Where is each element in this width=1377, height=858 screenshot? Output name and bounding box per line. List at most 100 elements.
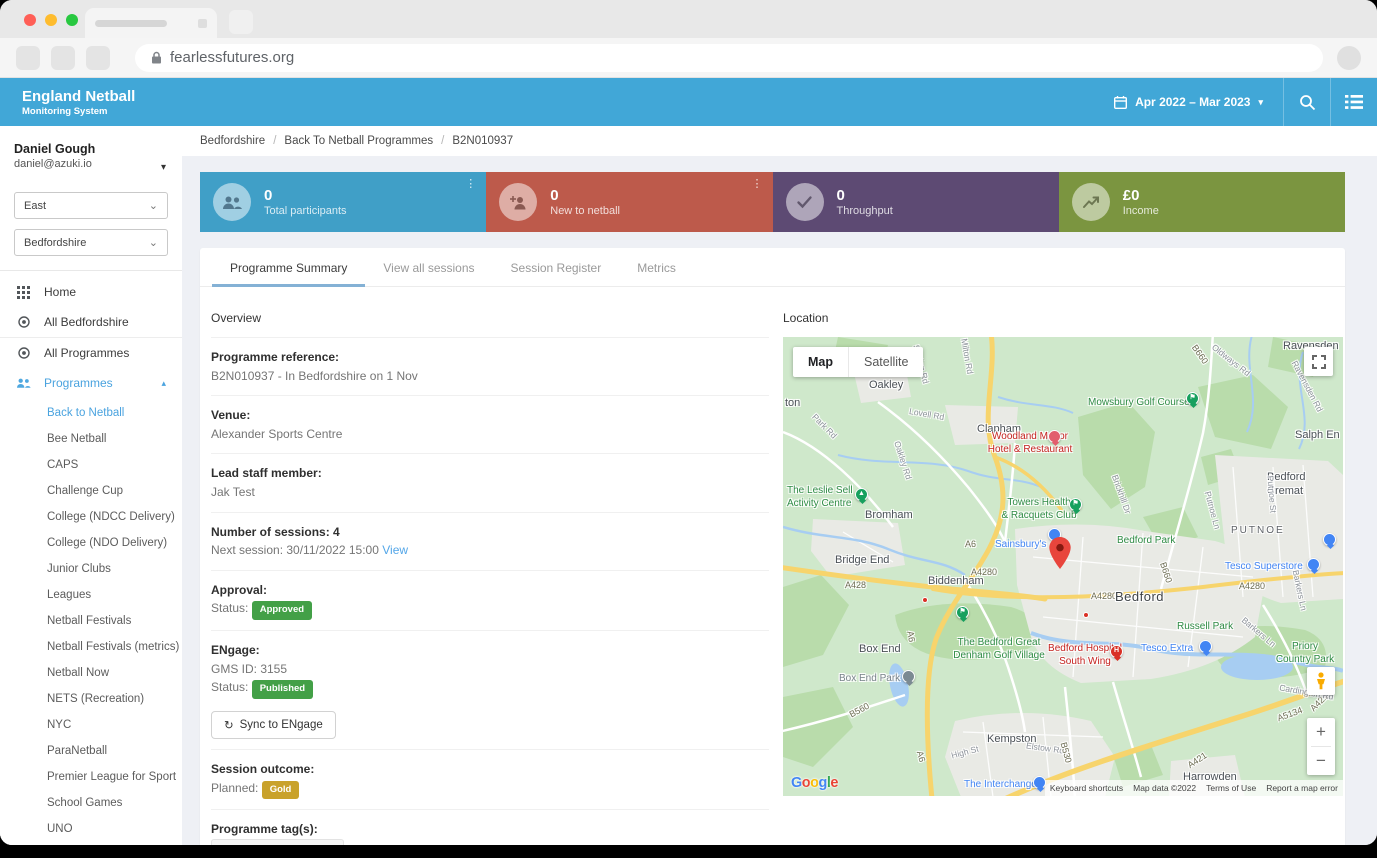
map-attribution-terms-of-use[interactable]: Terms of Use: [1201, 780, 1261, 796]
map-type-map-button[interactable]: Map: [793, 347, 848, 377]
sidebar: Daniel Gough daniel@azuki.io ▾ East ⌄ Be…: [0, 126, 182, 845]
sidebar-item-programmes[interactable]: Programmes ▴: [0, 368, 182, 398]
tab-close-icon[interactable]: [198, 19, 207, 28]
pegman-icon: [1315, 672, 1327, 690]
zoom-in-button[interactable]: +: [1307, 718, 1335, 746]
forward-button[interactable]: [51, 46, 75, 70]
sidebar-programme-item[interactable]: School Games: [47, 790, 182, 816]
fullscreen-button[interactable]: [1304, 347, 1333, 376]
fullscreen-icon: [1312, 355, 1326, 369]
breadcrumb: Bedfordshire/Back To Netball Programmes/…: [182, 126, 1377, 156]
browser-tab[interactable]: [85, 8, 217, 38]
pegman-button[interactable]: [1307, 667, 1335, 695]
sidebar-programme-item[interactable]: ParaNetball: [47, 738, 182, 764]
google-map[interactable]: RavensdenOldways RdB660Ravensden RdMowsb…: [783, 337, 1343, 796]
user-name: Daniel Gough: [14, 142, 168, 156]
stat-value: 0: [837, 187, 893, 206]
traffic-lights: [24, 14, 78, 26]
sidebar-programme-item[interactable]: Netball Festivals (metrics): [47, 634, 182, 660]
sidebar-item-all-programmes[interactable]: All Programmes: [0, 338, 182, 368]
minimize-window-button[interactable]: [45, 14, 57, 26]
new-tab-button[interactable]: [229, 10, 253, 34]
stats-row: 0 Total participants ⋮ 0 New to netball …: [200, 172, 1345, 232]
stat-label: New to netball: [550, 205, 620, 217]
mowsbury-golf-pin[interactable]: ⚑: [1186, 392, 1199, 405]
trend-up-icon: [1072, 183, 1110, 221]
sidebar-item-all-bedfordshire[interactable]: All Bedfordshire: [0, 307, 182, 338]
golf-village-pin[interactable]: ⚑: [956, 606, 969, 619]
sidebar-item-home[interactable]: Home: [0, 277, 182, 307]
sidebar-programme-item[interactable]: Bee Netball: [47, 426, 182, 452]
field-approval: Approval: Status: Approved: [211, 571, 769, 631]
sidebar-item-label: Programmes: [44, 376, 113, 390]
close-window-button[interactable]: [24, 14, 36, 26]
stat-card-total-participants: 0 Total participants ⋮: [200, 172, 486, 232]
region-select[interactable]: East ⌄: [14, 192, 168, 219]
zoom-window-button[interactable]: [66, 14, 78, 26]
sidebar-programme-item[interactable]: Challenge Cup: [47, 478, 182, 504]
sidebar-programme-item[interactable]: College (NDO Delivery): [47, 530, 182, 556]
sidebar-programme-item[interactable]: Premier League for Sport: [47, 764, 182, 790]
sidebar-programme-item[interactable]: College (NDCC Delivery): [47, 504, 182, 530]
programme-card: Programme SummaryView all sessionsSessio…: [200, 248, 1345, 845]
tab-programme-summary[interactable]: Programme Summary: [212, 248, 365, 286]
sidebar-programme-item[interactable]: Netball Now: [47, 660, 182, 686]
sidebar-programme-item[interactable]: Junior Clubs: [47, 556, 182, 582]
field-value: B2N010937 - In Bedfordshire on 1 Nov: [211, 369, 418, 383]
map-attribution-report-a-map-error[interactable]: Report a map error: [1261, 780, 1343, 796]
region-select-value: East: [24, 200, 46, 212]
programmes-list: Back to NetballBee NetballCAPSChallenge …: [0, 398, 182, 845]
map-marker-pin[interactable]: [1049, 537, 1071, 569]
sync-to-engage-button[interactable]: ↻ Sync to ENgage: [211, 711, 336, 739]
map-type-control: Map Satellite: [793, 347, 923, 377]
roadside-pin[interactable]: [1323, 533, 1336, 546]
reload-button[interactable]: [86, 46, 110, 70]
browser-avatar[interactable]: [1337, 46, 1361, 70]
breadcrumb-item[interactable]: Back To Netball Programmes: [284, 135, 433, 147]
view-session-link[interactable]: View: [382, 543, 408, 557]
sidebar-programme-item[interactable]: Back to Netball: [47, 400, 182, 426]
breadcrumb-item[interactable]: B2N010937: [452, 135, 513, 147]
sidebar-programme-item[interactable]: CAPS: [47, 452, 182, 478]
field-label: Programme tag(s):: [211, 822, 318, 836]
tab-metrics[interactable]: Metrics: [619, 248, 694, 286]
hospital-pin[interactable]: H: [1110, 645, 1123, 658]
stat-card-income: £0 Income: [1059, 172, 1345, 232]
target-icon: [16, 346, 31, 360]
user-email: daniel@azuki.io: [14, 158, 168, 170]
sidebar-programme-item[interactable]: Netball Festivals: [47, 608, 182, 634]
back-button[interactable]: [16, 46, 40, 70]
field-value: Jak Test: [211, 485, 255, 499]
tab-session-register[interactable]: Session Register: [493, 248, 620, 286]
kebab-menu-icon[interactable]: ⋮: [752, 177, 763, 190]
stat-label: Throughput: [837, 205, 893, 217]
caret-down-icon[interactable]: ▾: [161, 162, 166, 173]
map-type-satellite-button[interactable]: Satellite: [849, 347, 923, 377]
tesco-extra-pin[interactable]: [1199, 640, 1212, 653]
zoom-control: + −: [1307, 718, 1335, 775]
woodland-manor-pin[interactable]: [1048, 430, 1061, 443]
tesco-superstore-pin[interactable]: [1307, 558, 1320, 571]
towers-health-pin[interactable]: ⚑: [1069, 498, 1082, 511]
user-menu[interactable]: Daniel Gough daniel@azuki.io ▾: [0, 126, 182, 182]
sidebar-programme-item[interactable]: UNO: [47, 816, 182, 842]
zoom-out-button[interactable]: −: [1307, 747, 1335, 775]
breadcrumb-item[interactable]: Bedfordshire: [200, 135, 265, 147]
map-attribution-keyboard-shortcuts[interactable]: Keyboard shortcuts: [1045, 780, 1128, 796]
menu-list-button[interactable]: [1331, 78, 1377, 126]
search-button[interactable]: [1284, 78, 1330, 126]
sidebar-programme-item[interactable]: NYC: [47, 712, 182, 738]
county-select[interactable]: Bedfordshire ⌄: [14, 229, 168, 256]
box-end-park-pin[interactable]: [902, 670, 915, 683]
kebab-menu-icon[interactable]: ⋮: [465, 177, 476, 190]
sidebar-programme-item[interactable]: Leagues: [47, 582, 182, 608]
date-range-picker[interactable]: Apr 2022 – Mar 2023 ▾: [1094, 78, 1283, 126]
tab-view-all-sessions[interactable]: View all sessions: [365, 248, 492, 286]
url-bar[interactable]: fearlessfutures.org: [135, 44, 1323, 72]
leslie-sell-pin[interactable]: ▲: [855, 488, 868, 501]
sidebar-programme-item[interactable]: NETS (Recreation): [47, 686, 182, 712]
app-subtitle: Monitoring System: [22, 106, 135, 117]
stat-card-new-to-netball: 0 New to netball ⋮: [486, 172, 772, 232]
sidebar-programme-item[interactable]: Walking Netball: [47, 842, 182, 845]
field-label: Session outcome:: [211, 762, 314, 776]
